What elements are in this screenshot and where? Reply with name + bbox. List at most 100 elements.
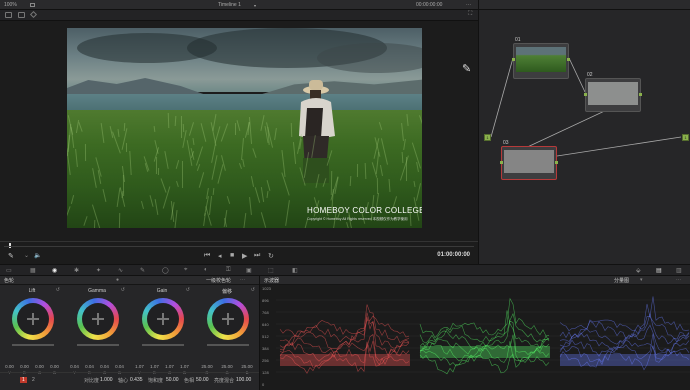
value-g[interactable]: 25.00 — [221, 364, 232, 369]
reset-icon[interactable]: ↺ — [251, 287, 255, 293]
value-b[interactable]: 0.00 — [50, 364, 59, 369]
chevron-down-icon[interactable]: ▾ — [640, 277, 643, 283]
node-output-dot[interactable] — [555, 161, 558, 164]
value-g[interactable]: 0.04 — [100, 364, 109, 369]
page-1-button[interactable]: 1 — [20, 377, 27, 383]
node-editor[interactable]: 1 1 01 02 03 — [478, 0, 690, 264]
chevron-down-icon[interactable]: ⌄ — [24, 252, 29, 259]
blur-icon[interactable]: ◐ — [204, 267, 208, 273]
node-output[interactable]: 1 — [682, 134, 689, 141]
reset-icon[interactable]: ↺ — [56, 287, 60, 293]
more-options-icon[interactable]: ··· — [676, 277, 681, 283]
node-input-dot[interactable] — [500, 161, 503, 164]
timeline-dropdown-icon[interactable]: ▾ — [254, 3, 256, 8]
color-wheels-icon[interactable]: ◉ — [52, 267, 57, 274]
pivot-value[interactable]: 0.435 — [130, 377, 143, 383]
y-tick: 128 — [262, 370, 269, 375]
more-options-icon[interactable]: ··· — [466, 2, 471, 8]
wheel-title: 偏移 — [221, 289, 232, 295]
tracker-icon[interactable]: ⌖ — [184, 267, 187, 274]
zoom-level[interactable]: 100% — [4, 2, 17, 8]
hue-value[interactable]: 50.00 — [196, 377, 209, 383]
node-output-dot[interactable] — [639, 93, 642, 96]
scrubber[interactable] — [0, 241, 478, 249]
node-01[interactable]: 01 — [512, 37, 570, 79]
wheel-gain: Gain ↺ 1.07 1.07 1.07 1.07 Y R G B — [132, 286, 192, 375]
scope-trace — [419, 310, 550, 350]
qualifier-icon[interactable]: ✎ — [140, 267, 145, 274]
scopes-panel: 示波器 分量图 ▾ ··· 1023 896 768 640 512 384 2… — [259, 276, 690, 390]
page-2-button[interactable]: 2 — [32, 377, 35, 383]
color-effects-icon[interactable]: ⬙ — [636, 267, 641, 274]
node-input-dot[interactable] — [584, 93, 587, 96]
curves-icon[interactable]: ∿ — [118, 267, 123, 274]
value-b[interactable]: 1.07 — [180, 364, 189, 369]
more-options-icon[interactable]: ··· — [240, 277, 245, 283]
node-input-dot[interactable] — [512, 58, 515, 61]
motion-effects-icon[interactable]: ✦ — [96, 267, 101, 274]
value-g[interactable]: 1.07 — [165, 364, 174, 369]
wheel-center-h — [157, 318, 169, 320]
wheels-mode-select[interactable]: 一级校色轮 — [206, 277, 231, 284]
step-back-icon[interactable]: ◂ — [218, 252, 222, 260]
node-output-dot[interactable] — [567, 58, 570, 61]
info-icon[interactable]: ▥ — [676, 267, 682, 274]
sizing-icon[interactable]: ▣ — [246, 267, 252, 274]
loop-icon[interactable]: ↻ — [268, 252, 274, 260]
value-y[interactable]: 0.04 — [70, 364, 79, 369]
highlight-icon[interactable] — [29, 10, 38, 19]
skip-start-icon[interactable]: ⏮ — [204, 252, 210, 260]
image-wipe-icon[interactable] — [5, 12, 12, 18]
eyedropper-cursor-icon: ✎ — [462, 63, 472, 75]
reset-icon[interactable]: ↺ — [186, 287, 190, 293]
split-screen-icon[interactable] — [18, 12, 25, 18]
value-y[interactable]: 1.07 — [135, 364, 144, 369]
color-wheel[interactable] — [207, 298, 249, 340]
lum-mix-value[interactable]: 100.00 — [236, 377, 251, 383]
master-wheel-slider[interactable] — [77, 344, 119, 346]
key-icon[interactable]: ⚿ — [226, 267, 231, 274]
eyedropper-icon[interactable]: ✎ — [8, 252, 14, 260]
watermark-subtitle: Copyright © Homeboy All Rights reserved … — [307, 217, 408, 221]
value-r[interactable]: 25.00 — [201, 364, 212, 369]
color-wheel[interactable] — [142, 298, 184, 340]
panel-dots-icon[interactable]: ● — [116, 277, 119, 283]
camera-raw-icon[interactable]: ▭ — [6, 267, 12, 274]
scope-mode-select[interactable]: 分量图 — [614, 277, 629, 284]
window-icon[interactable]: ◯ — [162, 267, 169, 274]
color-wheel[interactable] — [12, 298, 54, 340]
master-wheel-slider[interactable] — [142, 344, 184, 346]
rgb-mixer-icon[interactable]: ✱ — [74, 267, 79, 274]
value-r[interactable]: 0.00 — [20, 364, 29, 369]
master-wheel-slider[interactable] — [207, 344, 249, 346]
stereo-icon[interactable]: ◧ — [292, 267, 298, 274]
node-03[interactable]: 03 — [500, 140, 558, 180]
view-options-icon[interactable] — [30, 3, 35, 7]
video-frame[interactable]: HOMEBOY COLOR COLLEGE Copyright © Homebo… — [67, 28, 422, 228]
skip-end-icon[interactable]: ⏭ — [254, 252, 260, 260]
value-g[interactable]: 0.00 — [35, 364, 44, 369]
play-icon[interactable]: ▶ — [242, 252, 247, 260]
value-r[interactable]: 0.04 — [85, 364, 94, 369]
value-y[interactable]: 0.00 — [5, 364, 14, 369]
audio-icon[interactable]: 🔈 — [34, 252, 41, 259]
scrub-track[interactable] — [4, 246, 474, 247]
node-input[interactable]: 1 — [484, 134, 491, 141]
scopes-icon[interactable]: ▤ — [656, 267, 662, 274]
sat-value[interactable]: 50.00 — [166, 377, 179, 383]
color-wheel[interactable] — [77, 298, 119, 340]
value-b[interactable]: 25.00 — [241, 364, 252, 369]
master-wheel-slider[interactable] — [12, 344, 54, 346]
color-match-icon[interactable]: ▦ — [30, 267, 36, 274]
value-b[interactable]: 0.04 — [115, 364, 124, 369]
node-02[interactable]: 02 — [584, 72, 642, 112]
wheel-values: 0.00 0.00 0.00 0.00 — [2, 364, 62, 369]
node-connections — [490, 57, 682, 157]
3d-icon[interactable]: ⬚ — [268, 267, 274, 274]
contrast-value[interactable]: 1.000 — [100, 377, 113, 383]
value-r[interactable]: 1.07 — [150, 364, 159, 369]
fullscreen-icon[interactable]: ⛶ — [468, 11, 472, 18]
reset-icon[interactable]: ↺ — [121, 287, 125, 293]
stop-icon[interactable]: ■ — [230, 252, 234, 259]
timeline-name[interactable]: Timeline 1 — [218, 2, 241, 8]
